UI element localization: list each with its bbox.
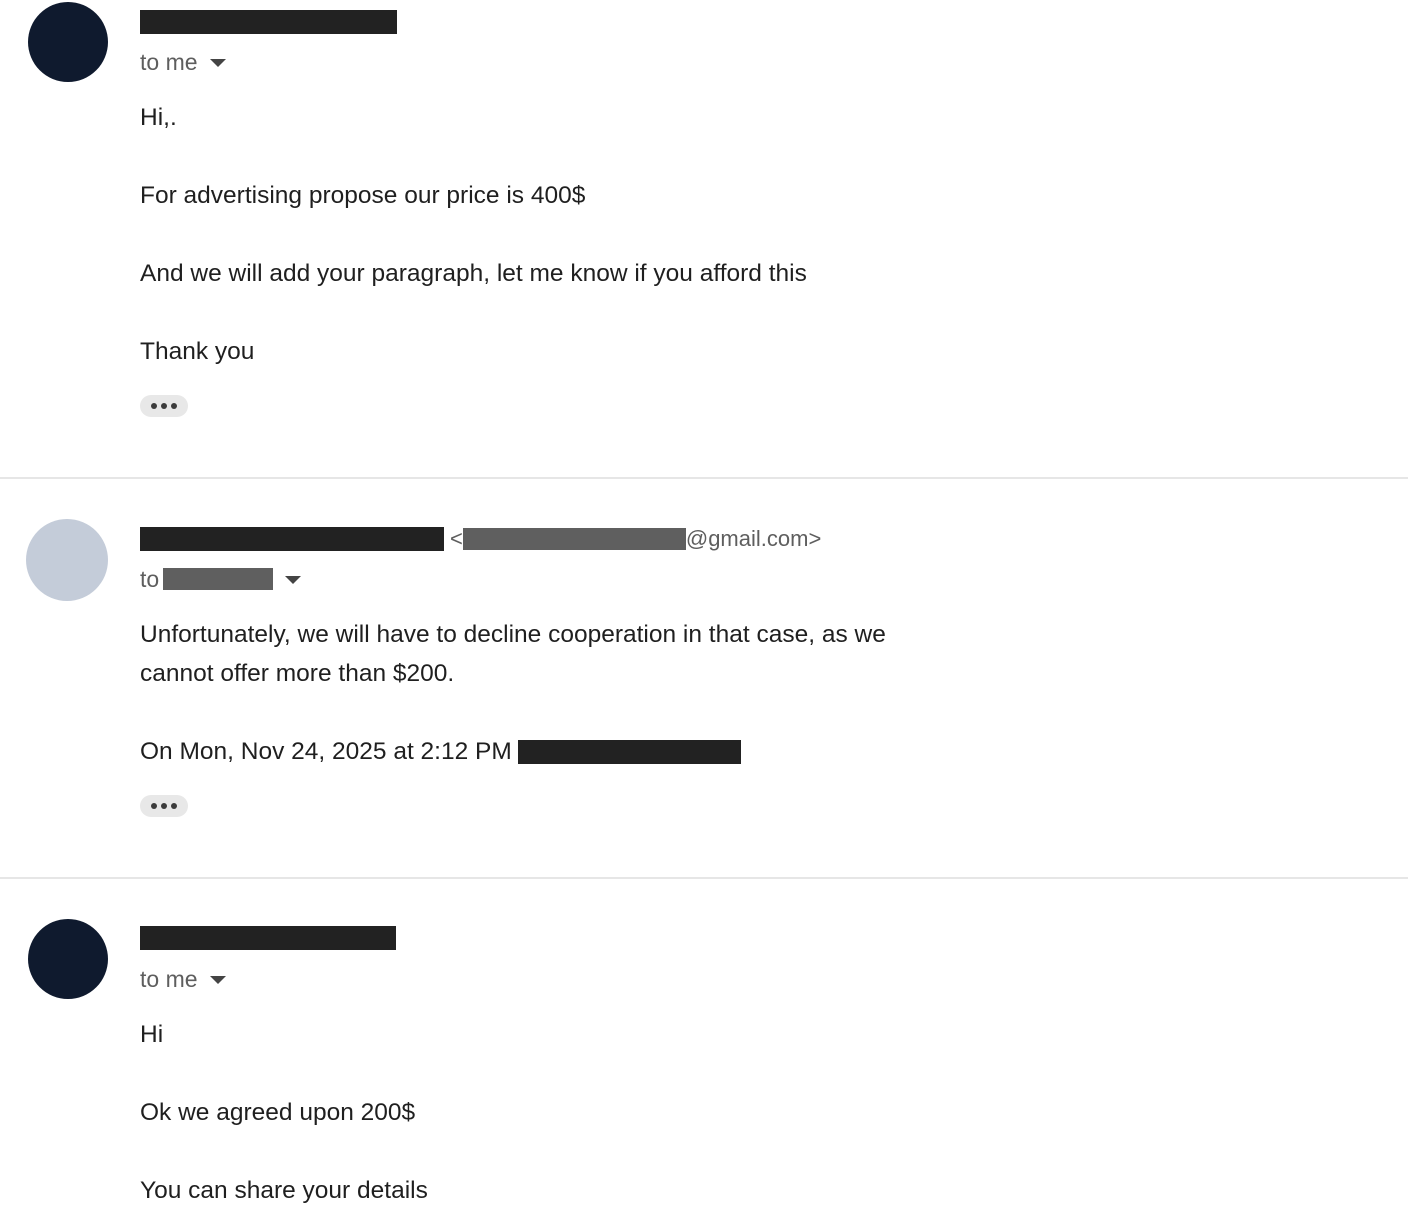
message-body-line: cannot offer more than $200. — [140, 660, 455, 687]
redacted-sender-name — [140, 926, 396, 950]
recipient-label: to me — [140, 48, 198, 75]
sender-email-open: < — [450, 526, 463, 551]
message-body-line: Thank you — [140, 338, 255, 365]
more-horizontal-icon — [161, 803, 167, 809]
message-body-line: And we will add your paragraph, let me k… — [140, 260, 807, 287]
message-divider — [0, 477, 1408, 479]
sender-avatar[interactable] — [28, 919, 108, 999]
sender-name[interactable] — [140, 925, 396, 951]
sender-avatar[interactable] — [26, 519, 108, 601]
redacted-sender-name — [140, 527, 444, 551]
recipient-details-toggle[interactable]: to me — [140, 964, 226, 994]
chevron-down-icon[interactable] — [285, 576, 302, 584]
sender-name[interactable] — [140, 9, 397, 35]
chevron-down-icon[interactable] — [209, 976, 226, 984]
more-horizontal-icon — [171, 803, 177, 809]
more-horizontal-icon — [151, 803, 157, 809]
quoted-reply-date: On Mon, Nov 24, 2025 at 2:12 PM — [140, 738, 512, 765]
show-trimmed-content-button[interactable] — [140, 795, 188, 817]
message-body-line: Unfortunately, we will have to decline c… — [140, 621, 886, 648]
message-body-line: Hi — [140, 1021, 164, 1048]
quoted-reply-header: On Mon, Nov 24, 2025 at 2:12 PM — [140, 732, 741, 771]
message-divider — [0, 877, 1408, 879]
sender-avatar[interactable] — [28, 2, 108, 82]
redacted-recipient — [163, 568, 274, 590]
message-body-line: Hi,. — [140, 104, 177, 131]
recipient-label: to me — [140, 965, 198, 992]
message-body-line: You can share your details — [140, 1177, 428, 1204]
sender-email-domain: @gmail.com> — [685, 526, 822, 551]
sender-name[interactable]: < @gmail.com> — [140, 526, 821, 552]
recipient-details-toggle[interactable]: to me — [140, 47, 226, 77]
email-thread: to me Hi,. For advertising propose our p… — [0, 0, 1408, 1226]
more-horizontal-icon — [151, 403, 157, 409]
message-body-line: Ok we agreed upon 200$ — [140, 1099, 416, 1126]
message-body-line: For advertising propose our price is 400… — [140, 182, 586, 209]
more-horizontal-icon — [161, 403, 167, 409]
more-horizontal-icon — [171, 403, 177, 409]
recipient-details-toggle[interactable]: to — [140, 564, 302, 594]
recipient-label: to — [140, 565, 160, 592]
redacted-sender-name — [140, 10, 397, 34]
chevron-down-icon[interactable] — [209, 59, 226, 67]
redacted-quoted-sender — [517, 739, 741, 764]
show-trimmed-content-button[interactable] — [140, 395, 188, 417]
redacted-sender-email — [462, 528, 686, 550]
